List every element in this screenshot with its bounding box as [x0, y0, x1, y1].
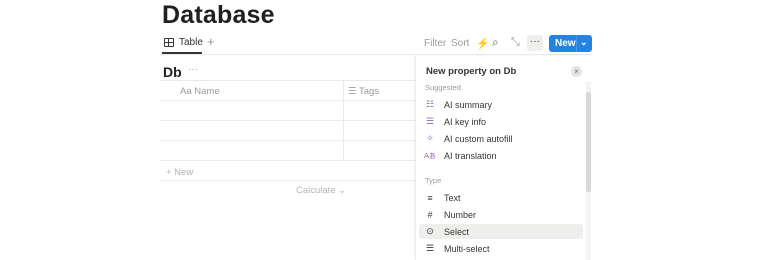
translation-icon: Aあ [424, 152, 436, 160]
type-section-label: Type [425, 176, 442, 185]
table-row-border [160, 140, 415, 141]
ai-summary-icon: ☷ [425, 99, 435, 109]
column-header-tags[interactable]: ☰ Tags [348, 86, 379, 97]
table-footer-border [160, 180, 415, 181]
table-row-border [160, 160, 415, 161]
column-header-label: Name [194, 86, 220, 97]
list-icon: ☰ [348, 86, 357, 97]
text-type-icon: Aa [180, 86, 192, 97]
filter-button[interactable]: Filter [424, 38, 446, 49]
option-label: AI custom autofill [444, 133, 513, 144]
database-more-button[interactable]: ··· [188, 64, 198, 75]
automation-icon[interactable]: ⚡ [476, 37, 490, 50]
tab-label: Table [179, 37, 203, 48]
chevron-down-icon[interactable]: ⌄ [580, 37, 588, 48]
close-icon[interactable]: × [571, 66, 582, 77]
add-view-button[interactable]: + [207, 34, 215, 49]
database-title[interactable]: Db [163, 64, 182, 80]
property-option-number[interactable]: # Number [419, 207, 583, 222]
column-header-name[interactable]: Aa Name [180, 86, 220, 97]
option-label: Number [444, 209, 477, 220]
property-option-ai-translation[interactable]: Aあ AI translation [419, 148, 583, 163]
property-option-select[interactable]: ⊙ Select [419, 224, 583, 239]
table-row-border [160, 120, 415, 121]
property-option-ai-key-info[interactable]: ☰ AI key info [419, 114, 583, 129]
option-label: AI summary [444, 99, 493, 110]
select-circle-icon: ⊙ [426, 226, 434, 236]
new-button-label[interactable]: New [555, 38, 576, 49]
suggested-section-label: Suggested [425, 83, 461, 92]
search-icon[interactable]: ⌕ [492, 35, 499, 50]
option-label: Select [444, 226, 470, 237]
page-title: Database [162, 1, 275, 29]
property-option-multi-select[interactable]: ☰ Multi-select [419, 241, 583, 256]
ai-key-info-icon: ☰ [425, 116, 435, 126]
more-options-button[interactable]: ··· [527, 35, 543, 51]
option-label: Multi-select [444, 243, 490, 254]
add-row-button[interactable]: + New [166, 167, 193, 178]
property-option-ai-custom-autofill[interactable]: ✧ AI custom autofill [419, 131, 583, 146]
property-option-text[interactable]: ≡ Text [419, 190, 583, 205]
table-header-top-border [160, 80, 415, 81]
calculate-button[interactable]: Calculate ⌄ [296, 185, 346, 196]
column-header-label: Tags [359, 86, 380, 97]
sparkle-icon: ✧ [426, 133, 434, 143]
option-label: Text [444, 192, 461, 203]
expand-icon[interactable]: ⤡ [511, 36, 520, 49]
table-icon [164, 38, 174, 47]
tab-table-view[interactable]: Table [164, 37, 203, 48]
option-label: AI key info [444, 116, 487, 127]
new-button[interactable]: New ⌄ [549, 35, 592, 52]
panel-title: New property on Db [426, 66, 517, 77]
sort-button[interactable]: Sort [451, 38, 469, 49]
text-lines-icon: ≡ [427, 192, 433, 203]
new-property-panel: New property on Db × Suggested ☷ AI summ… [415, 56, 592, 260]
property-option-ai-summary[interactable]: ☷ AI summary [419, 97, 583, 112]
new-button-separator [576, 35, 577, 52]
toolbar-divider [160, 54, 592, 55]
scrollbar-thumb[interactable] [586, 92, 591, 192]
table-row-border [160, 100, 415, 101]
list-icon: ☰ [425, 243, 435, 253]
option-label: AI translation [444, 150, 497, 161]
hash-icon: # [427, 209, 433, 220]
